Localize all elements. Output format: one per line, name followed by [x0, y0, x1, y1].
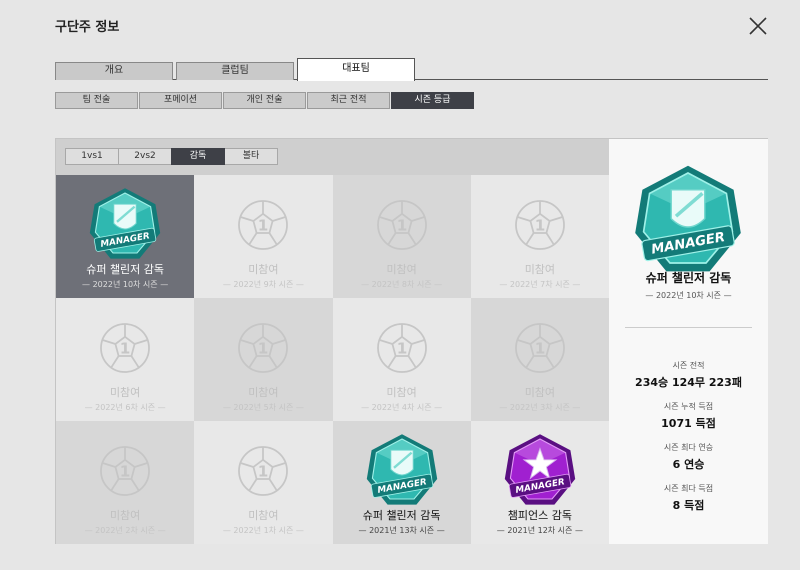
badge-label: 미참여 — [248, 386, 279, 399]
sub-tabs: 팀 전술 포메이션 개인 전술 최근 전적 시즌 등급 — [55, 92, 475, 109]
stat-value-win-streak: 6 연승 — [672, 458, 705, 471]
badge-label: 미참여 — [109, 509, 141, 522]
season-badge-cell[interactable]: 1 미참여 — 2022년 5차 시즌 — — [194, 298, 333, 421]
badge-season: — 2022년 9차 시즌 — — [222, 280, 304, 289]
badge-season: — 2022년 7차 시즌 — — [499, 280, 581, 289]
close-icon[interactable] — [748, 16, 768, 36]
badge-label: 미참여 — [248, 263, 279, 276]
stat-value-goals: 1071 득점 — [661, 417, 716, 430]
season-badge-cell[interactable]: MANAGER 챔피언스 감독 — 2021년 12차 시즌 — — [470, 421, 609, 544]
svg-text:1: 1 — [396, 217, 407, 235]
season-badge-cell[interactable]: 1 미참여 — 2022년 1차 시즌 — — [194, 421, 333, 544]
badge-season: — 2022년 1차 시즌 — — [222, 526, 304, 535]
stat-label-record: 시즌 전적 — [672, 361, 705, 370]
filter-manager[interactable]: 감독 — [171, 148, 225, 165]
svg-text:1: 1 — [258, 463, 269, 481]
subtab-recent-record[interactable]: 최근 전적 — [307, 92, 390, 109]
manager-emblem-icon: MANAGER — [635, 165, 741, 272]
svg-text:1: 1 — [535, 217, 546, 235]
empty-grade-icon: 1 — [238, 446, 289, 496]
badge-season: — 2022년 10차 시즌 — — [82, 280, 169, 289]
empty-grade-icon: 1 — [238, 200, 289, 250]
stat-label-win-streak: 시즌 최다 연승 — [663, 443, 714, 452]
badge-label: 슈퍼 챌린저 감독 — [86, 263, 165, 276]
selected-badge-season: — 2022년 10차 시즌 — — [645, 291, 732, 300]
badge-season: — 2022년 2차 시즌 — — [84, 526, 166, 535]
badge-label: 슈퍼 챌린저 감독 — [362, 509, 441, 522]
badge-season: — 2022년 3차 시즌 — — [499, 403, 581, 412]
svg-text:1: 1 — [120, 463, 131, 481]
main-tabs: 개요 클럽팀 대표팀 — [55, 58, 768, 81]
stat-label-max-goals: 시즌 최다 득점 — [663, 484, 714, 493]
badge-label: 미참여 — [524, 263, 556, 276]
subtab-team-tactics[interactable]: 팀 전술 — [55, 92, 138, 109]
subtab-season-grade[interactable]: 시즌 등급 — [391, 92, 474, 109]
badge-season: — 2022년 6차 시즌 — — [84, 403, 166, 412]
mode-filter-bar: 1vs1 2vs2 감독 볼타 — [56, 139, 609, 175]
stat-value-record: 234승 124무 223패 — [635, 376, 742, 389]
tab-club-team[interactable]: 클럽팀 — [176, 62, 294, 80]
svg-text:1: 1 — [120, 340, 131, 358]
empty-grade-icon: 1 — [514, 323, 565, 373]
badge-season: — 2022년 4차 시즌 — — [361, 403, 443, 412]
badge-label: 미참여 — [386, 386, 417, 399]
empty-grade-icon: 1 — [100, 446, 151, 496]
selected-badge-detail: MANAGER 슈퍼 챌린저 감독 — 2022년 10차 시즌 — 시즌 전적… — [609, 139, 768, 544]
season-badge-cell[interactable]: MANAGER 슈퍼 챌린저 감독 — 2022년 10차 시즌 — — [56, 175, 195, 298]
tab-national-team[interactable]: 대표팀 — [297, 58, 415, 81]
svg-text:1: 1 — [535, 340, 546, 358]
season-badge-cell[interactable]: 1 미참여 — 2022년 6차 시즌 — — [56, 298, 195, 421]
season-badge-cell[interactable]: 1 미참여 — 2022년 8차 시즌 — — [332, 175, 471, 298]
season-badge-cell[interactable]: 1 미참여 — 2022년 9차 시즌 — — [194, 175, 333, 298]
badge-label: 미참여 — [524, 386, 556, 399]
challenger-manager-emblem-icon: MANAGER — [89, 188, 161, 259]
badge-label: 미참여 — [109, 386, 141, 399]
season-grade-panel: 1vs1 2vs2 감독 볼타 MANAGER 슈퍼 챌린저 감독 — 2022년 … — [55, 138, 768, 544]
season-badge-cell[interactable]: 1 미참여 — 2022년 7차 시즌 — — [470, 175, 609, 298]
filter-2vs2[interactable]: 2vs2 — [118, 148, 172, 165]
subtab-individual-tactics[interactable]: 개인 전술 — [223, 92, 306, 109]
badge-season: — 2022년 5차 시즌 — — [222, 403, 304, 412]
svg-text:1: 1 — [396, 340, 407, 358]
filter-volta[interactable]: 볼타 — [224, 148, 278, 165]
selected-badge-name: 슈퍼 챌린저 감독 — [645, 271, 732, 285]
badge-grid: MANAGER 슈퍼 챌린저 감독 — 2022년 10차 시즌 — 1 미참여 — 20… — [56, 175, 609, 544]
badge-season: — 2021년 12차 시즌 — — [496, 526, 583, 535]
svg-text:1: 1 — [258, 340, 269, 358]
filter-1vs1[interactable]: 1vs1 — [65, 148, 119, 165]
badge-season: — 2022년 8차 시즌 — — [361, 280, 443, 289]
stat-label-goals: 시즌 누적 득점 — [663, 402, 714, 411]
season-badge-cell[interactable]: 1 미참여 — 2022년 2차 시즌 — — [56, 421, 195, 544]
badge-label: 미참여 — [386, 263, 417, 276]
season-badge-cell[interactable]: 1 미참여 — 2022년 4차 시즌 — — [332, 298, 471, 421]
challenger-manager-emblem-icon: MANAGER — [366, 434, 437, 505]
stat-value-max-goals: 8 득점 — [672, 499, 705, 512]
empty-grade-icon: 1 — [376, 323, 427, 373]
badge-label: 미참여 — [248, 509, 279, 522]
divider — [625, 327, 752, 328]
tab-overview[interactable]: 개요 — [55, 62, 173, 80]
badge-season: — 2021년 13차 시즌 — — [358, 526, 445, 535]
empty-grade-icon: 1 — [376, 200, 427, 250]
svg-text:1: 1 — [258, 217, 269, 235]
empty-grade-icon: 1 — [514, 200, 565, 250]
season-badge-cell[interactable]: MANAGER 슈퍼 챌린저 감독 — 2021년 13차 시즌 — — [332, 421, 471, 544]
window-title: 구단주 정보 — [55, 20, 120, 35]
empty-grade-icon: 1 — [238, 323, 289, 373]
badge-label: 챔피언스 감독 — [507, 509, 572, 522]
subtab-formation[interactable]: 포메이션 — [139, 92, 222, 109]
empty-grade-icon: 1 — [100, 323, 151, 373]
champions-manager-emblem-icon: MANAGER — [504, 434, 576, 505]
season-badge-cell[interactable]: 1 미참여 — 2022년 3차 시즌 — — [470, 298, 609, 421]
